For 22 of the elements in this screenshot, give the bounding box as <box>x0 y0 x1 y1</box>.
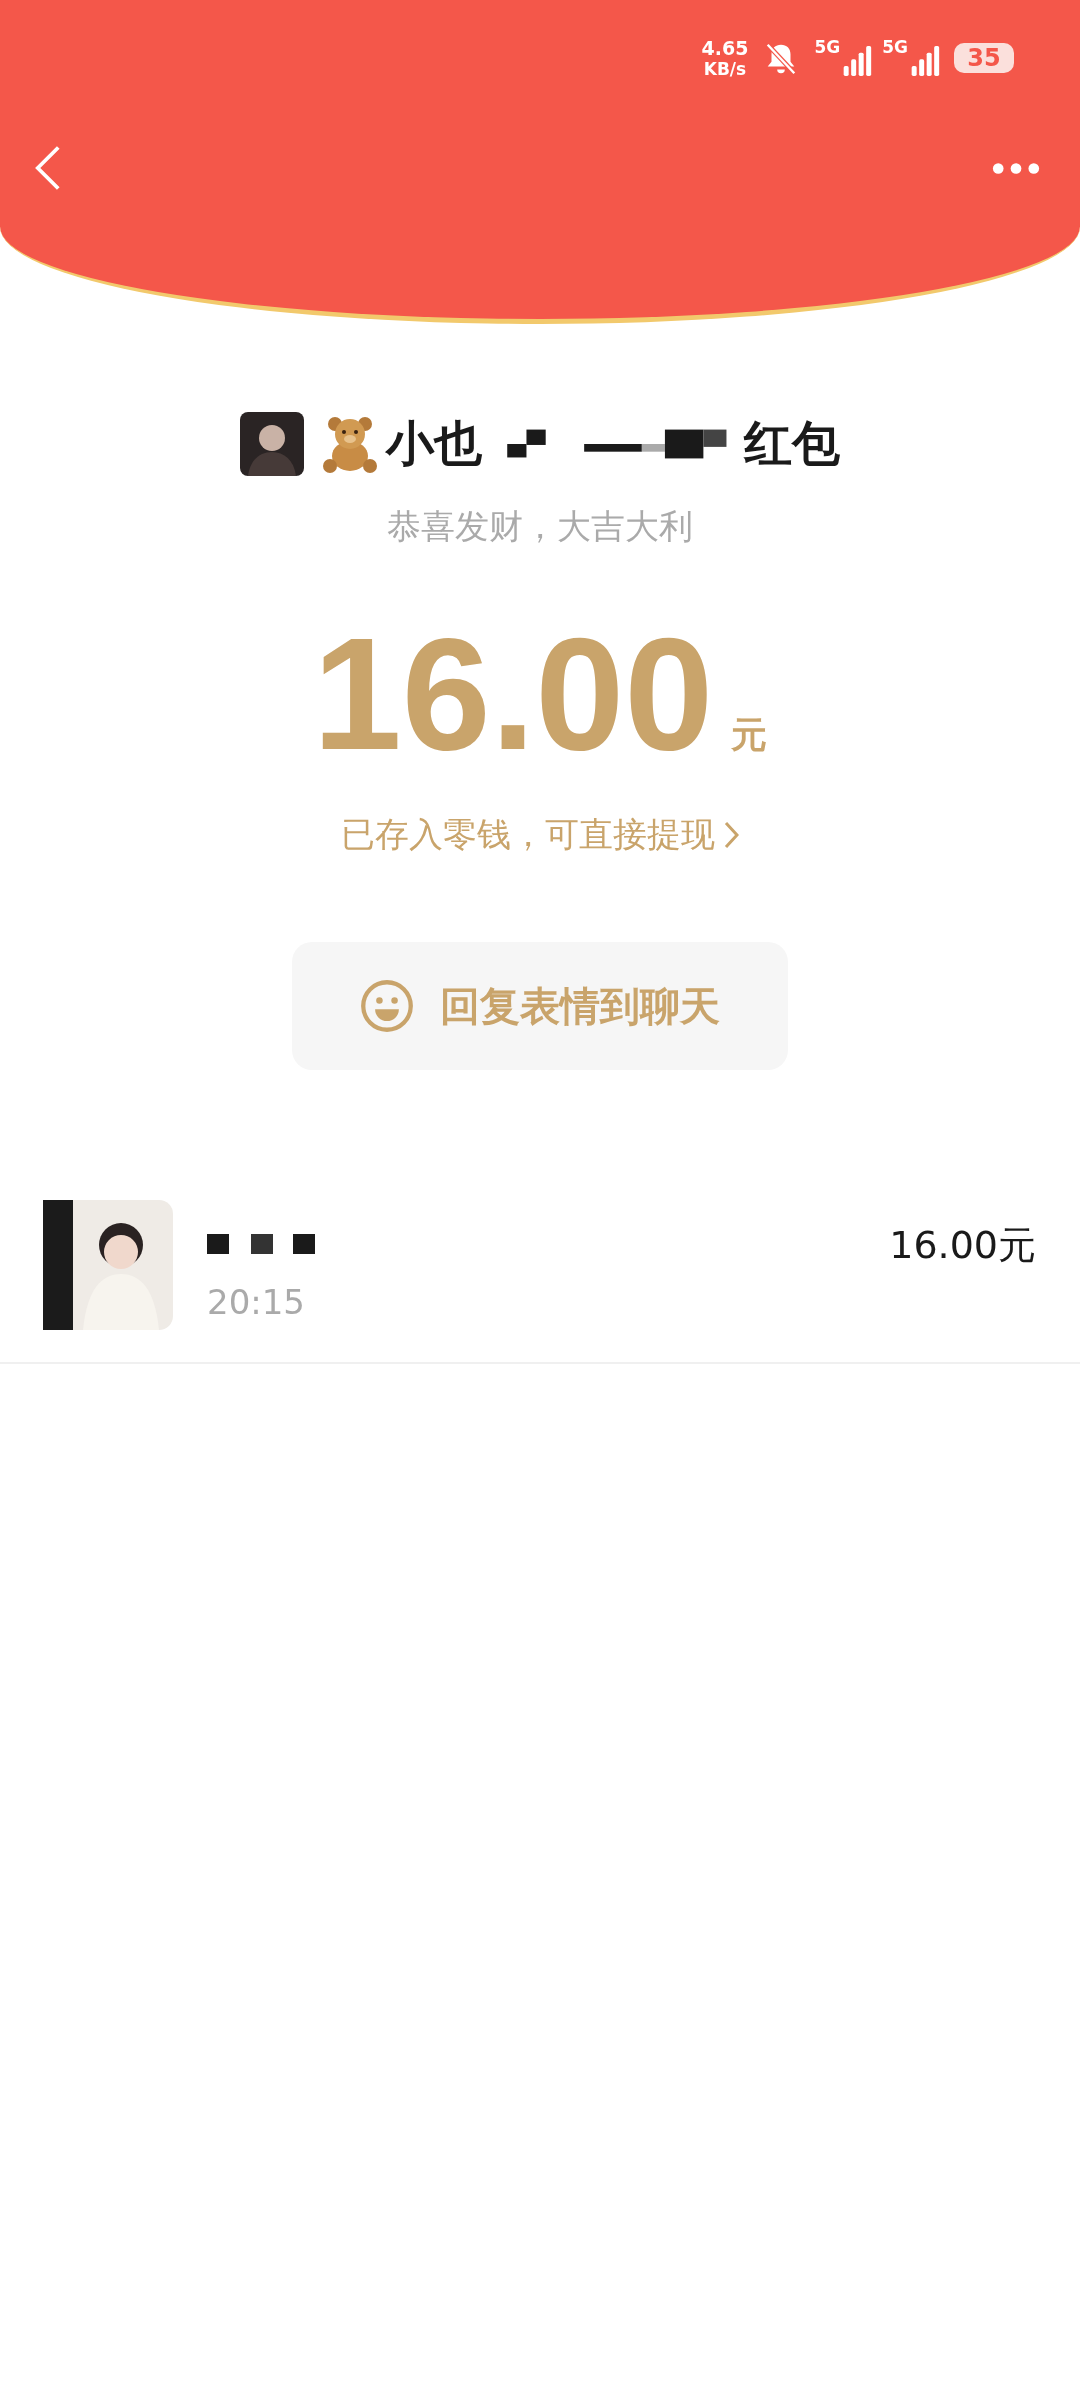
received-amount: 16.00元 <box>889 1222 1036 1269</box>
teddy-bear-icon <box>320 414 380 474</box>
change-link[interactable]: 已存入零钱，可直接提现 <box>341 812 739 858</box>
chevron-right-icon <box>723 821 739 849</box>
more-icon[interactable] <box>992 161 1040 175</box>
greeting: 恭喜发财，大吉大利 <box>387 505 693 548</box>
sender-name: 小也 <box>386 414 482 473</box>
smiley-icon <box>360 979 414 1033</box>
battery-icon: 35 <box>954 43 1014 73</box>
signal-icon <box>842 45 873 77</box>
amount: 16.00 <box>312 614 714 774</box>
back-icon[interactable] <box>34 144 62 192</box>
network-type: 5G <box>882 39 908 56</box>
signal-icon <box>910 45 940 77</box>
packet-title: 红包 <box>744 414 840 473</box>
network-type: 5G <box>814 39 841 56</box>
avatar <box>240 412 304 476</box>
receive-time: 20:15 <box>207 1282 306 1322</box>
network-speed-unit: KB/s <box>703 60 747 78</box>
currency-unit: 元 <box>731 713 768 757</box>
reply-button[interactable]: 回复表情到聊天 <box>292 942 788 1070</box>
network-speed: 4.65 <box>701 38 749 58</box>
